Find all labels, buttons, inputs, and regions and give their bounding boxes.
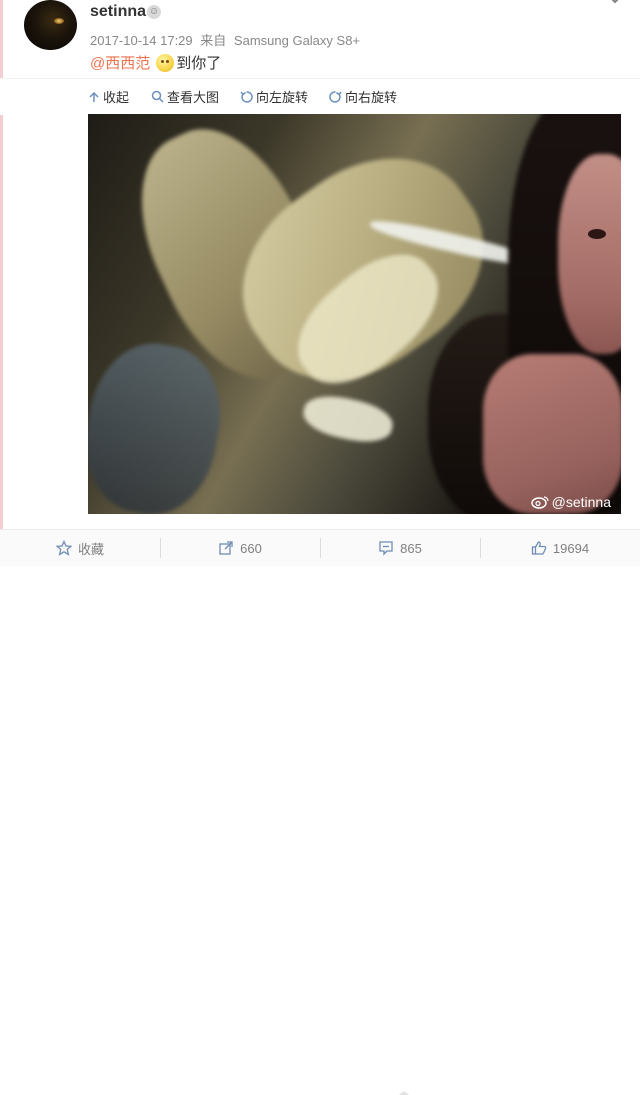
search-icon xyxy=(151,90,164,103)
post-meta: 2017-10-14 17:29 来自 Samsung Galaxy S8+ xyxy=(90,30,364,49)
repost-icon xyxy=(219,541,233,555)
repost-count: 660 xyxy=(240,540,262,556)
rotate-left-label: 向左旋转 xyxy=(256,90,309,105)
smile-emoji-icon xyxy=(156,53,175,72)
favorite-button[interactable]: 收藏 xyxy=(0,530,160,566)
thumbs-up-icon xyxy=(531,541,547,555)
image-toolbar: 收起 查看大图 向左旋转 向右旋转 xyxy=(0,78,640,115)
photo-hand xyxy=(483,354,621,514)
photo-highlight xyxy=(299,390,397,448)
rotate-right-icon xyxy=(329,91,342,103)
view-large-button[interactable]: 查看大图 xyxy=(151,87,219,106)
collapse-label: 收起 xyxy=(103,90,130,105)
star-icon xyxy=(55,540,72,556)
collapse-arrow-icon xyxy=(89,91,99,102)
post-source[interactable]: Samsung Galaxy S8+ xyxy=(234,33,360,48)
avatar[interactable] xyxy=(24,0,77,50)
comment-pointer xyxy=(399,1091,409,1095)
weibo-logo-icon xyxy=(530,496,549,509)
photo-face xyxy=(558,154,621,354)
rotate-left-icon xyxy=(240,91,253,103)
rotate-right-button[interactable]: 向右旋转 xyxy=(329,87,397,106)
view-large-label: 查看大图 xyxy=(167,90,220,105)
rotate-left-button[interactable]: 向左旋转 xyxy=(240,87,308,106)
watermark-text: @setinna xyxy=(551,494,611,510)
photo-shape xyxy=(88,334,232,514)
rotate-right-label: 向右旋转 xyxy=(345,90,398,105)
favorite-label: 收藏 xyxy=(77,541,104,557)
post-source-prefix: 来自 xyxy=(200,33,227,48)
comment-count: 865 xyxy=(400,540,422,556)
post-content: @西西范 到你了 xyxy=(90,52,221,73)
username[interactable]: setinna xyxy=(90,3,146,21)
photo-eye xyxy=(588,229,606,239)
member-badge-icon[interactable]: ☺ xyxy=(147,5,161,19)
post-actions: 收藏 660 865 19694 xyxy=(0,529,640,1095)
repost-button[interactable]: 660 xyxy=(160,530,320,566)
photo-watermark: @setinna xyxy=(530,494,611,510)
like-button[interactable]: 19694 xyxy=(480,530,640,566)
post-photo[interactable]: @setinna xyxy=(88,114,621,514)
like-count: 19694 xyxy=(552,540,590,556)
mention-link[interactable]: @西西范 xyxy=(90,52,150,73)
comment-icon xyxy=(379,541,393,556)
post-date[interactable]: 2017-10-14 17:29 xyxy=(90,33,193,48)
collapse-button[interactable]: 收起 xyxy=(88,87,129,106)
post-text: 到你了 xyxy=(176,55,222,72)
chevron-down-icon[interactable] xyxy=(606,0,624,8)
comment-button[interactable]: 865 xyxy=(320,530,480,566)
avatar-glow xyxy=(54,18,64,24)
